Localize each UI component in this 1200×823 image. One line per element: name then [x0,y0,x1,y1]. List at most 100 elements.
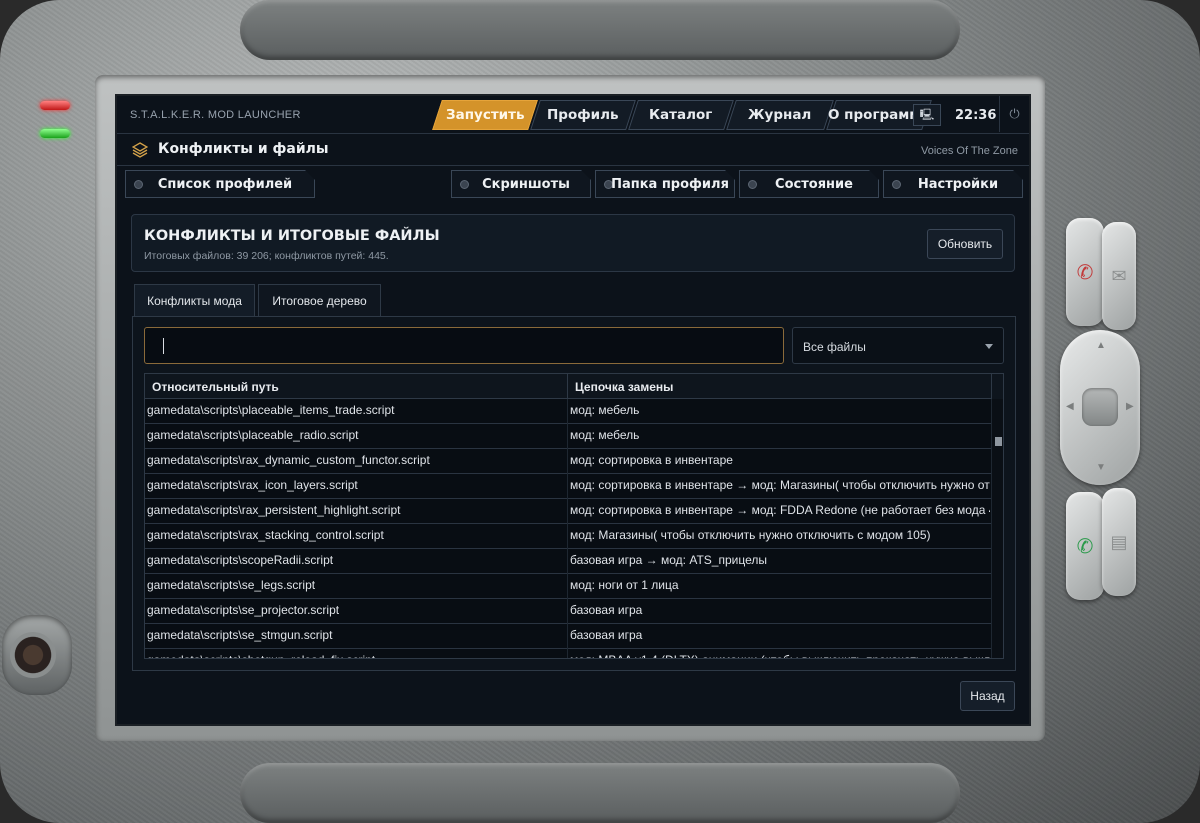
tab-final-tree[interactable]: Итоговое дерево [258,284,381,316]
table-row[interactable]: gamedata\scripts\se_legs.script мод: ноги… [145,574,991,599]
layers-icon [132,142,148,158]
table-row[interactable]: gamedata\scripts\se_projector.script базо… [145,599,991,624]
launcher-screen: S.T.A.L.K.E.R. MOD LAUNCHER Запустить Пр… [117,96,1029,724]
chevron-down-icon [985,344,993,349]
nav-tab-catalog[interactable]: Каталог [628,100,734,130]
cell-relative-path: gamedata\scripts\rax_stacking_control.sc… [147,528,384,542]
column-header-path[interactable]: Относительный путь [152,380,279,394]
panel-title: КОНФЛИКТЫ И ИТОГОВЫЕ ФАЙЛЫ [144,228,440,244]
table-body: gamedata\scripts\placeable_items_trade.s… [145,399,991,658]
cell-replacement-chain: мод: сортировка в инвентаре [570,453,733,467]
display-settings-button[interactable]: 🖳 [913,104,941,126]
cell-relative-path: gamedata\scripts\shotgun_reload_fix.scri… [147,653,565,658]
nav-tab-profile-label: Профиль [547,107,619,123]
arrow-up-icon: ▲ [1096,340,1106,351]
row-column-divider [567,524,568,549]
row-column-divider [567,624,568,649]
files-summary: Итоговых файлов: 39 206; конфликтов путе… [144,250,389,262]
main-nav: Запустить Профиль Каталог Журнал О прогр… [432,100,932,130]
table-row[interactable]: gamedata\scripts\se_stmgun.script базовая… [145,624,991,649]
table-row[interactable]: gamedata\scripts\rax_stacking_control.sc… [145,524,991,549]
conflicts-summary-panel: КОНФЛИКТЫ И ИТОГОВЫЕ ФАЙЛЫ Итоговых файл… [131,214,1015,272]
navigation-dpad[interactable]: ▲ ▼ ◀ ▶ [1060,330,1140,485]
subtab-status[interactable]: Состояние [739,170,879,198]
arrow-left-icon: ◀ [1066,401,1074,412]
row-column-divider [567,649,568,658]
subtab-profile-list-label: Список профилей [157,177,293,192]
end-call-button[interactable]: ✆ [1066,492,1104,600]
cell-replacement-chain: базовая игра [570,628,643,642]
row-column-divider [567,424,568,449]
phone-green-icon: ✆ [1076,535,1094,558]
tab-mod-conflicts[interactable]: Конфликты мода [134,284,255,317]
subtab-screenshots[interactable]: Скриншоты [451,170,591,198]
text-caret [163,338,164,354]
back-button[interactable]: Назад [960,681,1015,711]
row-column-divider [567,574,568,599]
cell-relative-path: gamedata\scripts\rax_persistent_highligh… [147,503,401,517]
search-input[interactable] [144,327,784,364]
nav-tab-launch-label: Запустить [445,107,525,123]
clock: 22:36 [955,108,997,123]
cell-relative-path: gamedata\scripts\placeable_items_trade.s… [147,403,395,417]
cell-relative-path: gamedata\scripts\rax_dynamic_custom_func… [147,453,430,467]
nav-tab-profile[interactable]: Профиль [530,100,636,130]
subtab-status-label: Состояние [775,177,853,192]
table-header: Относительный путь Цепочка замены [145,374,991,399]
cell-replacement-chain: мод: Магазины( чтобы отключить нужно отк… [570,528,931,542]
refresh-button[interactable]: Обновить [927,229,1003,259]
scroll-corner [991,374,1003,399]
nav-tab-log[interactable]: Журнал [726,100,834,130]
cell-relative-path: gamedata\scripts\scopeRadii.script [147,553,334,567]
table-row[interactable]: gamedata\scripts\rax_dynamic_custom_func… [145,449,991,474]
device-top-bump [240,0,960,60]
cell-relative-path: gamedata\scripts\placeable_radio.script [147,428,359,442]
section-header: Конфликты и файлы Voices Of The Zone [117,134,1029,166]
device-bottom-bump [240,763,960,823]
table-scrollbar[interactable] [991,399,1003,658]
app-title: S.T.A.L.K.E.R. MOD LAUNCHER [130,109,301,121]
subtab-profile-folder-label: Папка профиля [611,177,729,192]
row-column-divider [567,599,568,624]
top-bar: S.T.A.L.K.E.R. MOD LAUNCHER Запустить Пр… [117,96,1029,134]
cell-replacement-chain: базовая игра [570,603,643,617]
power-button[interactable]: ⏻ [999,96,1029,132]
table-row[interactable]: gamedata\scripts\scopeRadii.script базова… [145,549,991,574]
green-led-indicator [40,129,70,138]
power-icon: ⏻ [1009,106,1020,121]
audio-jack [2,615,72,695]
table-row[interactable]: gamedata\scripts\rax_icon_layers.script м… [145,474,991,499]
nav-tab-launch[interactable]: Запустить [432,100,538,130]
scrollbar-thumb[interactable] [995,437,1002,446]
arrow-right-icon: ▶ [1126,401,1134,412]
table-row[interactable]: gamedata\scripts\rax_persistent_highligh… [145,499,991,524]
row-column-divider [567,499,568,524]
subtab-settings-label: Настройки [917,177,999,192]
phone-red-icon: ✆ [1076,261,1094,284]
dpad-center-button[interactable] [1082,388,1118,426]
call-button[interactable]: ✆ [1066,218,1104,326]
arrow-down-icon: ▼ [1096,462,1106,473]
side-menu-button[interactable]: ▤ [1102,488,1136,596]
cell-replacement-chain: мод: сортировка в инвентаре → мод: FDDA … [570,503,990,517]
document-icon: ▤ [1110,531,1128,552]
cell-relative-path: gamedata\scripts\se_stmgun.script [147,628,333,642]
column-divider[interactable] [567,374,568,399]
table-row[interactable]: gamedata\scripts\placeable_items_trade.s… [145,399,991,424]
cell-replacement-chain: мод: ноги от 1 лица [570,578,679,592]
red-led-indicator [40,101,70,110]
row-column-divider [567,549,568,574]
table-row[interactable]: gamedata\scripts\shotgun_reload_fix.scri… [145,649,991,658]
subtab-profile-folder[interactable]: Папка профиля [595,170,735,198]
table-row[interactable]: gamedata\scripts\placeable_radio.script м… [145,424,991,449]
row-column-divider [567,449,568,474]
subtab-profile-list[interactable]: Список профилей [125,170,315,198]
nav-tab-catalog-label: Каталог [649,107,713,123]
subtab-settings[interactable]: Настройки [883,170,1023,198]
column-header-chain[interactable]: Цепочка замены [575,380,673,394]
mail-button[interactable]: ✉ [1102,222,1136,330]
cell-relative-path: gamedata\scripts\se_projector.script [147,603,340,617]
file-filter-select[interactable]: Все файлы [792,327,1004,364]
cell-replacement-chain: мод: сортировка в инвентаре → мод: Магаз… [570,478,990,492]
conflicts-table: Относительный путь Цепочка замены gameda… [144,373,1004,659]
